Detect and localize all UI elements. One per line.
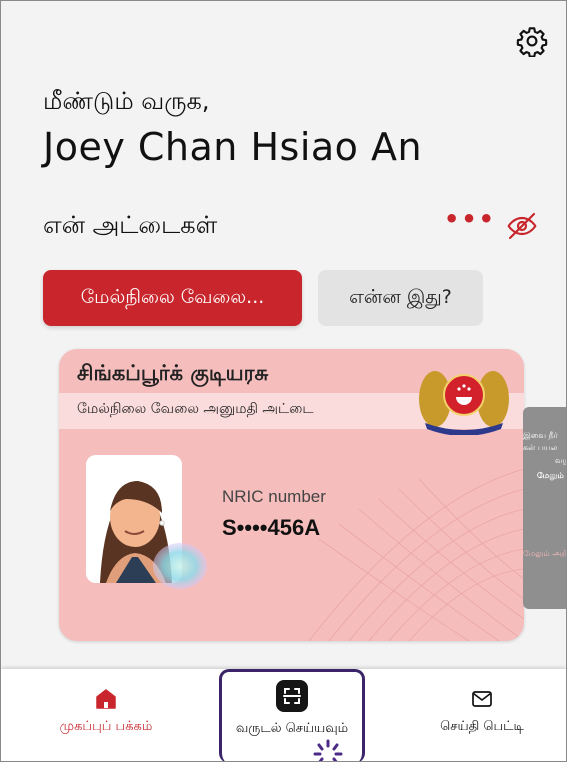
work-pass-card[interactable]: சிங்கப்பூர்க் குடியரசு மேல்நிலை வேலை அனு…: [59, 349, 524, 641]
my-cards-title: என் அட்டைகள்: [43, 211, 218, 239]
more-options-button[interactable]: •••: [444, 205, 496, 233]
scan-icon: [276, 680, 308, 712]
tab-scan[interactable]: வருடல் செய்யவும்: [219, 669, 365, 761]
tab-home[interactable]: முகப்புப் பக்கம்: [41, 669, 171, 761]
singapore-crest-icon: [419, 371, 509, 435]
bottom-tab-bar: முகப்புப் பக்கம் வருடல் செய்யவும் செய்தி…: [1, 669, 566, 761]
app-screen: மீண்டும் வருக, Joey Chan Hsiao An என் அட…: [0, 0, 567, 762]
hologram-icon: [153, 543, 207, 589]
nric-value: S••••456A: [222, 515, 321, 540]
card-type-title: மேல்நிலை வேலை அனுமதி அட்டை: [77, 401, 314, 417]
peek-more-link[interactable]: மேலும்: [537, 469, 564, 482]
tap-indicator-icon: [313, 739, 343, 761]
home-icon: [96, 689, 116, 709]
welcome-text: மீண்டும் வருக,: [43, 87, 210, 115]
what-is-this-button[interactable]: என்ன இது?: [318, 270, 483, 326]
card-issuer: சிங்கப்பூர்க் குடியரசு: [77, 361, 269, 385]
tab-home-label: முகப்புப் பக்கம்: [59, 719, 153, 734]
eye-off-icon[interactable]: [506, 210, 538, 242]
tab-inbox[interactable]: செய்தி பெட்டி: [417, 669, 547, 761]
tab-inbox-label: செய்தி பெட்டி: [440, 719, 524, 734]
tab-scan-label: வருடல் செய்யவும்: [235, 721, 349, 736]
peek-line: வழ: [555, 456, 566, 465]
user-name: Joey Chan Hsiao An: [43, 125, 423, 169]
peek-line: கள் பயல: [523, 443, 558, 452]
next-card-peek[interactable]: இவை நீர் கள் பயல வழ மேலும் மேலும் அறி: [523, 407, 566, 609]
mail-icon: [472, 691, 492, 707]
gear-icon[interactable]: [516, 25, 548, 57]
card-type-button[interactable]: மேல்நிலை வேலை...: [43, 270, 302, 326]
peek-learn-more-link[interactable]: மேலும் அறி: [523, 547, 566, 560]
nric-label: NRIC number: [222, 487, 326, 506]
